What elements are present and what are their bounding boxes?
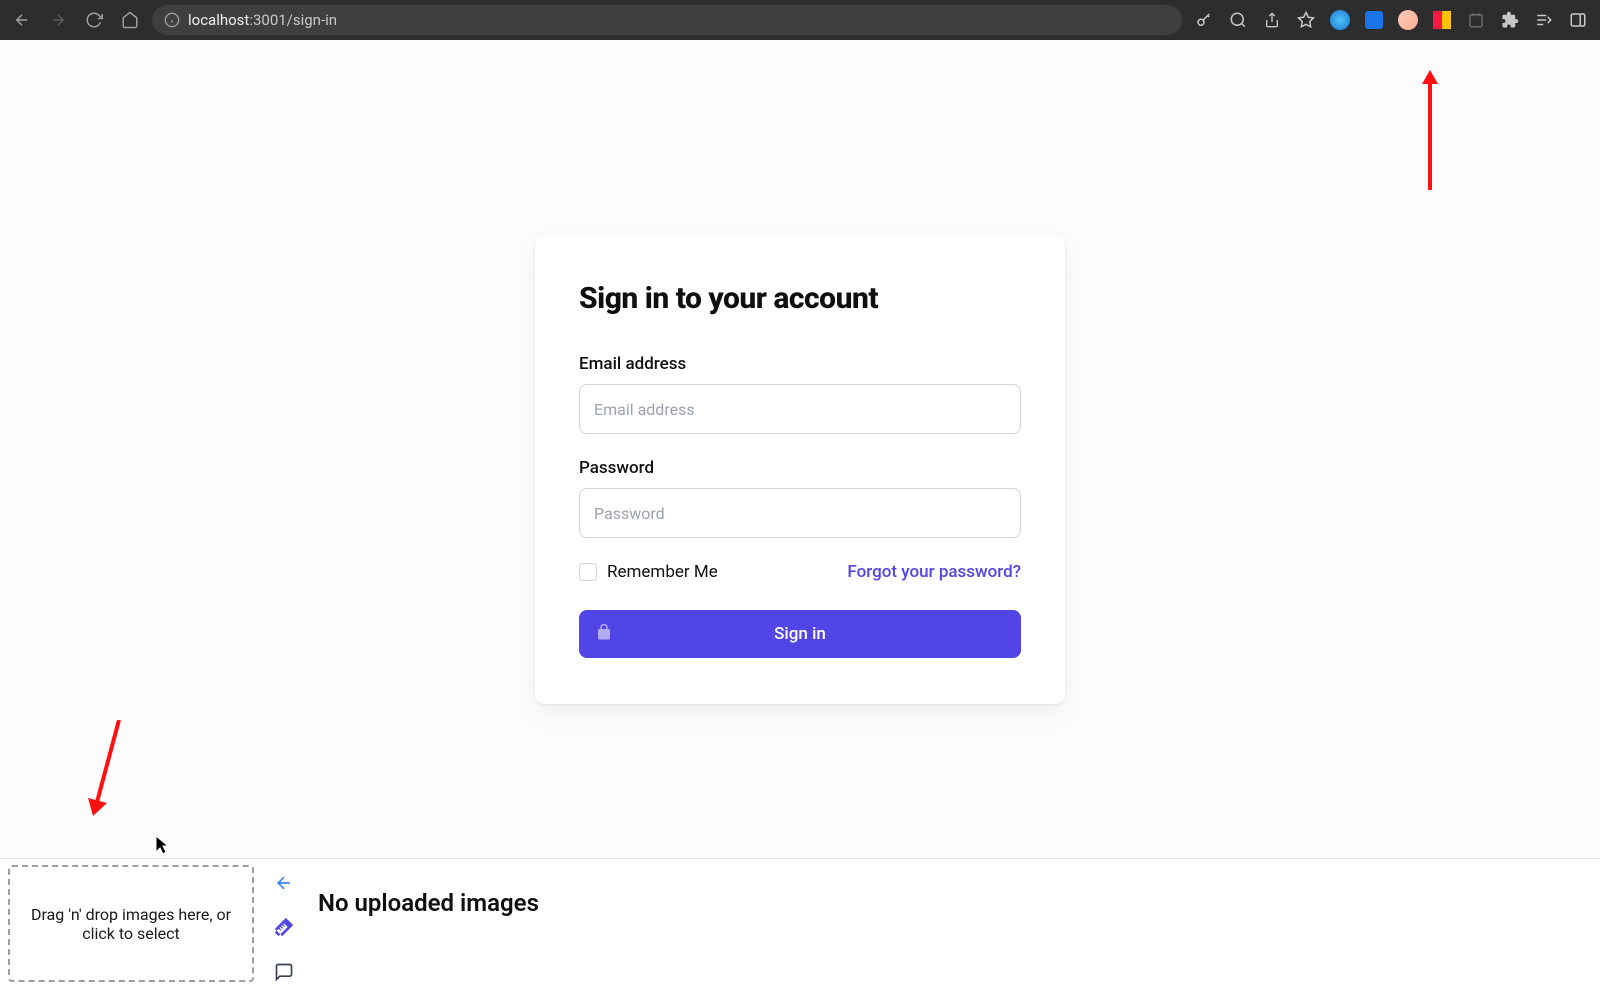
- signin-title: Sign in to your account: [579, 281, 1021, 316]
- panel-status-text: No uploaded images: [318, 889, 539, 917]
- side-panel-icon[interactable]: [1564, 6, 1592, 34]
- panel-tools: [262, 859, 306, 988]
- annotation-arrow-top: [1420, 70, 1440, 190]
- info-icon: [164, 12, 180, 28]
- password-input[interactable]: [579, 488, 1021, 538]
- extension-1-icon[interactable]: [1326, 6, 1354, 34]
- bottom-panel: Drag 'n' drop images here, or click to s…: [0, 858, 1600, 988]
- extension-5-icon[interactable]: [1462, 6, 1490, 34]
- email-input[interactable]: [579, 384, 1021, 434]
- extension-translate-icon[interactable]: [1360, 6, 1388, 34]
- extensions-puzzle-icon[interactable]: [1496, 6, 1524, 34]
- forgot-password-link[interactable]: Forgot your password?: [847, 562, 1021, 582]
- panel-back-button[interactable]: [266, 867, 302, 899]
- chat-icon: [274, 962, 294, 982]
- arrow-left-icon: [13, 11, 31, 29]
- arrow-right-icon: [49, 11, 67, 29]
- extension-avatar-icon[interactable]: [1394, 6, 1422, 34]
- email-label: Email address: [579, 354, 1021, 374]
- remember-me-checkbox[interactable]: [579, 563, 597, 581]
- browser-chrome: localhost:3001/sign-in: [0, 0, 1600, 40]
- remember-me-label[interactable]: Remember Me: [579, 562, 718, 582]
- signin-card: Sign in to your account Email address Pa…: [535, 235, 1065, 704]
- dropzone-text: Drag 'n' drop images here, or click to s…: [18, 905, 244, 943]
- bookmark-star-icon[interactable]: [1292, 6, 1320, 34]
- signin-row-options: Remember Me Forgot your password?: [579, 562, 1021, 582]
- annotation-arrow-bottom: [85, 720, 125, 820]
- signin-button-label: Sign in: [774, 624, 826, 644]
- arrow-left-icon: [274, 873, 294, 893]
- cursor-icon: [150, 834, 170, 858]
- lock-icon: [595, 623, 613, 646]
- image-dropzone[interactable]: Drag 'n' drop images here, or click to s…: [8, 865, 254, 982]
- password-key-icon[interactable]: [1190, 6, 1218, 34]
- chrome-toolbar-right: [1190, 6, 1592, 34]
- panel-ruler-button[interactable]: [266, 911, 302, 943]
- share-icon[interactable]: [1258, 6, 1286, 34]
- home-button[interactable]: [116, 6, 144, 34]
- ruler-icon: [273, 916, 295, 938]
- panel-comment-button[interactable]: [266, 956, 302, 988]
- password-field-group: Password: [579, 458, 1021, 538]
- signin-button[interactable]: Sign in: [579, 610, 1021, 658]
- email-field-group: Email address: [579, 354, 1021, 434]
- page-body: Sign in to your account Email address Pa…: [0, 40, 1600, 988]
- remember-me-text: Remember Me: [607, 562, 718, 582]
- url-text: localhost:3001/sign-in: [188, 11, 337, 29]
- panel-main: No uploaded images: [306, 859, 1600, 988]
- home-icon: [121, 11, 139, 29]
- password-label: Password: [579, 458, 1021, 478]
- reload-button[interactable]: [80, 6, 108, 34]
- reload-icon: [85, 11, 103, 29]
- forward-button[interactable]: [44, 6, 72, 34]
- extension-highlighted-icon[interactable]: [1428, 6, 1456, 34]
- back-button[interactable]: [8, 6, 36, 34]
- zoom-icon[interactable]: [1224, 6, 1252, 34]
- reading-list-icon[interactable]: [1530, 6, 1558, 34]
- url-bar[interactable]: localhost:3001/sign-in: [152, 5, 1182, 35]
